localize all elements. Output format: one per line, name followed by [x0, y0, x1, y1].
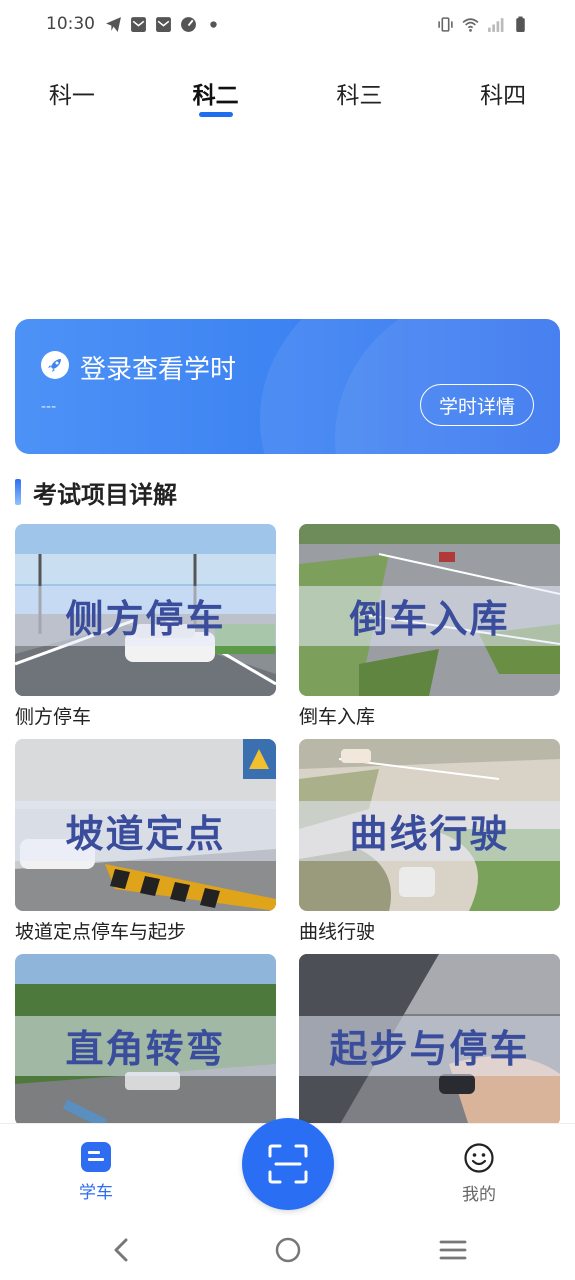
card-start-and-stop[interactable]: 起步与停车 — [299, 954, 560, 1126]
card-parallel-parking[interactable]: 侧方停车 侧方停车 — [15, 524, 276, 729]
card-label: 坡道定点停车与起步 — [15, 921, 187, 943]
bottom-navigation: 学车 我的 — [0, 1118, 575, 1221]
card-label: 侧方停车 — [15, 706, 92, 728]
card-overlay-title: 曲线行驶 — [349, 812, 510, 856]
nav-mine[interactable]: 我的 — [445, 1142, 513, 1205]
speedometer-icon — [181, 16, 196, 32]
section-title: 考试项目详解 — [33, 480, 177, 509]
mail-icon — [131, 16, 146, 32]
card-image: 倒车入库 — [299, 524, 560, 696]
nav-learn-driving[interactable]: 学车 — [62, 1142, 130, 1203]
status-bar: 10:30 — [0, 0, 575, 48]
menu-icon[interactable] — [438, 1235, 468, 1265]
tab-subject-2[interactable]: 科二 — [144, 72, 288, 122]
card-right-angle-turn[interactable]: 直角转弯 — [15, 954, 276, 1126]
tab-label: 科一 — [48, 83, 95, 109]
rocket-icon — [41, 351, 69, 379]
smiley-icon — [464, 1143, 494, 1173]
nav-learn-label: 学车 — [79, 1183, 113, 1203]
tab-label: 科三 — [336, 83, 383, 109]
card-overlay-title: 坡道定点 — [65, 812, 226, 856]
wifi-icon — [462, 17, 479, 32]
subject-tabs: 科一 科二 科三 科四 — [0, 72, 575, 122]
card-image: 坡道定点 — [15, 739, 276, 911]
card-curve-driving[interactable]: 曲线行驶 曲线行驶 — [299, 739, 560, 944]
nav-mine-label: 我的 — [462, 1185, 496, 1205]
banner-subtitle: --- — [41, 399, 57, 415]
study-hours-banner[interactable]: 登录查看学时 --- 学时详情 — [15, 319, 560, 454]
card-label: 曲线行驶 — [299, 921, 376, 943]
banner-title: 登录查看学时 — [80, 355, 237, 385]
back-icon[interactable] — [108, 1235, 134, 1265]
card-image: 直角转弯 — [15, 954, 276, 1126]
section-header: 考试项目详解 — [15, 476, 177, 509]
card-image: 侧方停车 — [15, 524, 276, 696]
system-navigation-bar — [0, 1221, 575, 1280]
study-hours-detail-button[interactable]: 学时详情 — [419, 384, 534, 426]
card-overlay-title: 侧方停车 — [65, 597, 226, 641]
document-icon — [81, 1142, 111, 1172]
tab-label: 科四 — [480, 83, 527, 109]
scan-icon — [268, 1144, 308, 1184]
tab-label: 科二 — [192, 83, 239, 109]
mail-icon-2 — [156, 16, 171, 32]
signal-icon — [488, 17, 504, 32]
card-image: 曲线行驶 — [299, 739, 560, 911]
scan-button[interactable] — [242, 1118, 334, 1210]
card-overlay-title: 起步与停车 — [329, 1027, 530, 1071]
home-icon[interactable] — [273, 1235, 303, 1265]
section-accent-bar — [15, 479, 21, 505]
tab-subject-1[interactable]: 科一 — [0, 72, 144, 122]
dot-icon — [210, 20, 217, 28]
card-image: 起步与停车 — [299, 954, 560, 1126]
telegram-icon — [106, 16, 121, 32]
card-overlay-title: 直角转弯 — [65, 1027, 226, 1071]
card-label: 倒车入库 — [299, 706, 376, 728]
active-tab-indicator — [198, 112, 233, 117]
status-time: 10:30 — [46, 14, 95, 34]
card-overlay-title: 倒车入库 — [349, 597, 510, 641]
vibrate-icon — [438, 16, 453, 32]
card-reverse-parking[interactable]: 倒车入库 倒车入库 — [299, 524, 560, 729]
card-hill-start[interactable]: 坡道定点 坡道定点停车与起步 — [15, 739, 276, 944]
system-icons — [437, 16, 529, 33]
tab-subject-4[interactable]: 科四 — [431, 72, 575, 122]
tab-subject-3[interactable]: 科三 — [288, 72, 432, 122]
notification-icons — [105, 16, 222, 33]
battery-icon — [516, 16, 525, 32]
